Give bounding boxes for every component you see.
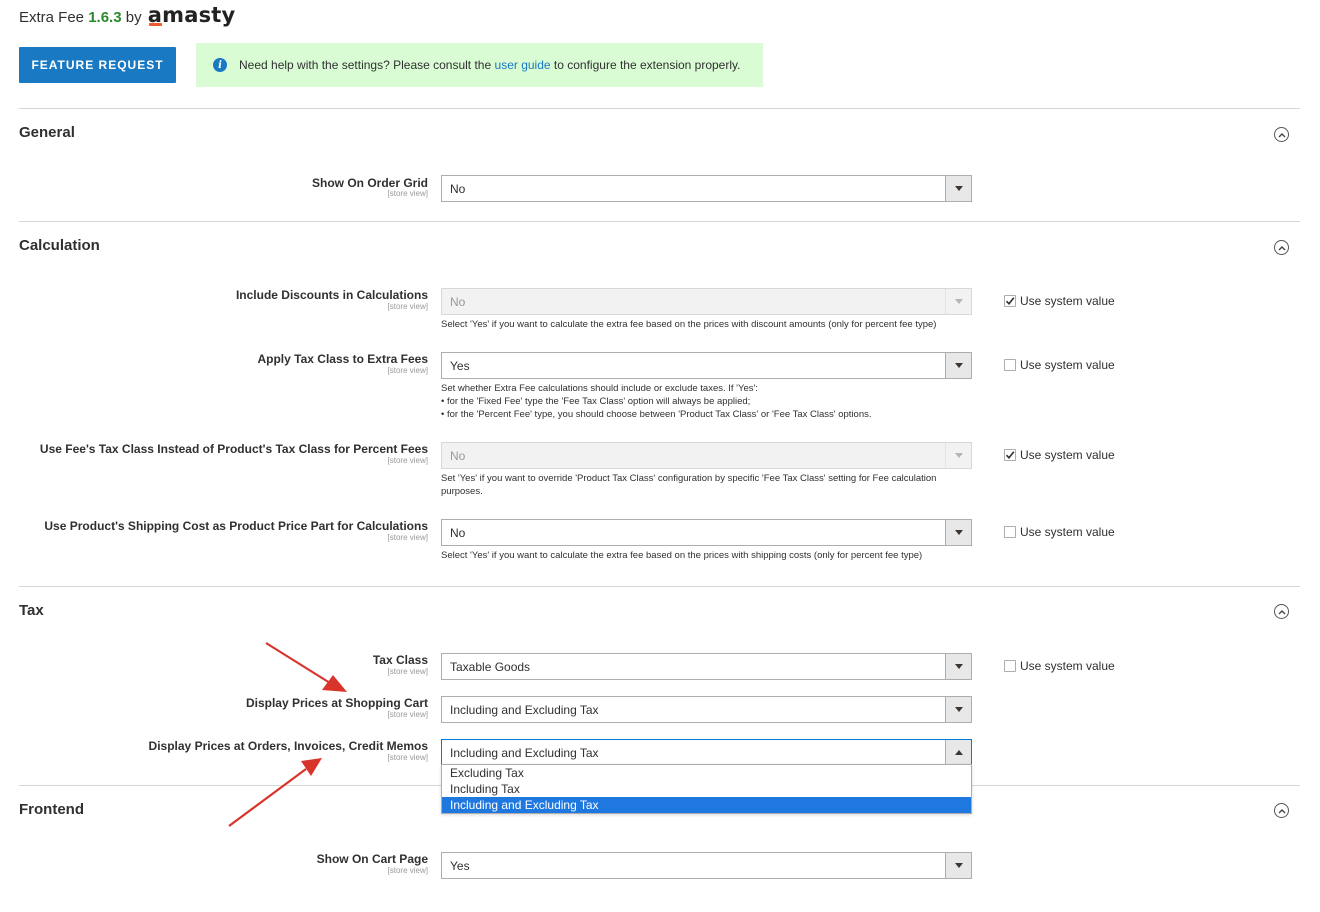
scope-label: [store view] bbox=[387, 753, 428, 762]
version-number: 1.6.3 bbox=[88, 9, 122, 26]
section-divider bbox=[19, 221, 1300, 222]
field-note: Set whether Extra Fee calculations shoul… bbox=[441, 382, 976, 421]
collapse-icon[interactable] bbox=[1274, 127, 1289, 142]
by-text: by bbox=[125, 9, 142, 26]
include-discounts-select: No bbox=[441, 288, 972, 315]
use-system-value-checkbox[interactable]: Use system value bbox=[1004, 358, 1115, 372]
help-text: Need help with the settings? Please cons… bbox=[239, 58, 741, 72]
select-value: No bbox=[450, 525, 466, 540]
chevron-down-icon bbox=[945, 176, 971, 201]
display-prices-cart-select[interactable]: Including and Excluding Tax bbox=[441, 696, 972, 723]
scope-label: [store view] bbox=[387, 866, 428, 875]
select-value: Including and Excluding Tax bbox=[450, 702, 599, 717]
checkbox-checked-icon[interactable] bbox=[1004, 449, 1016, 461]
collapse-icon[interactable] bbox=[1274, 803, 1289, 818]
annotation-arrow-icon bbox=[265, 642, 347, 692]
scope-label: [store view] bbox=[387, 533, 428, 542]
chevron-down-icon bbox=[945, 289, 971, 314]
chevron-down-icon bbox=[945, 654, 971, 679]
dropdown-option[interactable]: Excluding Tax bbox=[442, 765, 971, 781]
checkbox-unchecked-icon[interactable] bbox=[1004, 359, 1016, 371]
feature-request-button[interactable]: Feature Request bbox=[19, 47, 176, 83]
scope-label: [store view] bbox=[387, 189, 428, 198]
checkbox-label: Use system value bbox=[1020, 448, 1115, 462]
field-label-tax-class: Tax Class bbox=[372, 653, 428, 667]
dropdown-option[interactable]: Including Tax bbox=[442, 781, 971, 797]
field-note: Select 'Yes' if you want to calculate th… bbox=[441, 550, 923, 561]
use-system-value-checkbox[interactable]: Use system value bbox=[1004, 525, 1115, 539]
field-label-use-fee-tax-class: Use Fee's Tax Class Instead of Product's… bbox=[39, 442, 428, 456]
select-value: No bbox=[450, 181, 466, 196]
use-fee-tax-class-select: No bbox=[441, 442, 972, 469]
display-prices-orders-select[interactable]: Including and Excluding Tax bbox=[441, 739, 972, 766]
scope-label: [store view] bbox=[387, 667, 428, 676]
collapse-icon[interactable] bbox=[1274, 604, 1289, 619]
chevron-down-icon bbox=[945, 697, 971, 722]
field-note: Set 'Yes' if you want to override 'Produ… bbox=[441, 473, 937, 497]
field-label-display-prices-orders: Display Prices at Orders, Invoices, Cred… bbox=[148, 739, 428, 753]
select-value: Yes bbox=[450, 358, 470, 373]
chevron-down-icon bbox=[945, 443, 971, 468]
checkbox-label: Use system value bbox=[1020, 659, 1115, 673]
scope-label: [store view] bbox=[387, 710, 428, 719]
select-value: No bbox=[450, 294, 466, 309]
checkbox-label: Use system value bbox=[1020, 525, 1115, 539]
chevron-up-icon bbox=[945, 740, 971, 765]
section-divider bbox=[19, 586, 1300, 587]
section-divider bbox=[19, 108, 1300, 109]
field-label-include-discounts: Include Discounts in Calculations bbox=[235, 288, 428, 302]
field-note: Select 'Yes' if you want to calculate th… bbox=[441, 319, 937, 330]
note-line: • for the 'Fixed Fee' type the 'Fee Tax … bbox=[441, 396, 751, 407]
checkbox-unchecked-icon[interactable] bbox=[1004, 526, 1016, 538]
checkbox-label: Use system value bbox=[1020, 294, 1115, 308]
apply-tax-class-select[interactable]: Yes bbox=[441, 352, 972, 379]
collapse-icon[interactable] bbox=[1274, 240, 1289, 255]
use-system-value-checkbox[interactable]: Use system value bbox=[1004, 659, 1115, 673]
chevron-down-icon bbox=[945, 520, 971, 545]
field-label-show-on-order-grid: Show On Order Grid bbox=[311, 176, 428, 190]
select-value: Taxable Goods bbox=[450, 659, 531, 674]
help-message: i Need help with the settings? Please co… bbox=[196, 43, 763, 87]
checkbox-label: Use system value bbox=[1020, 358, 1115, 372]
tax-class-select[interactable]: Taxable Goods bbox=[441, 653, 972, 680]
scope-label: [store view] bbox=[387, 456, 428, 465]
checkbox-unchecked-icon[interactable] bbox=[1004, 660, 1016, 672]
select-value: No bbox=[450, 448, 466, 463]
field-label-apply-tax-class: Apply Tax Class to Extra Fees bbox=[257, 352, 428, 366]
use-system-value-checkbox[interactable]: Use system value bbox=[1004, 448, 1115, 462]
note-line: Set whether Extra Fee calculations shoul… bbox=[441, 383, 758, 394]
section-title-general[interactable]: General bbox=[19, 124, 75, 141]
product-name: Extra Fee bbox=[19, 9, 85, 26]
note-line: • for the 'Percent Fee' type, you should… bbox=[441, 409, 872, 420]
field-label-show-on-cart: Show On Cart Page bbox=[316, 852, 428, 866]
select-value: Yes bbox=[450, 858, 470, 873]
use-system-value-checkbox[interactable]: Use system value bbox=[1004, 294, 1115, 308]
select-value: Including and Excluding Tax bbox=[450, 745, 599, 760]
chevron-down-icon bbox=[945, 853, 971, 878]
section-title-frontend[interactable]: Frontend bbox=[19, 801, 84, 818]
section-title-tax[interactable]: Tax bbox=[19, 602, 44, 619]
chevron-down-icon bbox=[945, 353, 971, 378]
section-title-calculation[interactable]: Calculation bbox=[19, 237, 100, 254]
field-label-display-prices-cart: Display Prices at Shopping Cart bbox=[245, 696, 428, 710]
amasty-logo: amasty bbox=[147, 3, 236, 27]
page-title: Extra Fee 1.6.3 by amasty bbox=[19, 5, 235, 28]
scope-label: [store view] bbox=[387, 366, 428, 375]
user-guide-link[interactable]: user guide bbox=[495, 58, 551, 72]
info-icon: i bbox=[213, 58, 227, 72]
scope-label: [store view] bbox=[387, 302, 428, 311]
display-prices-orders-options[interactable]: Excluding Tax Including Tax Including an… bbox=[441, 764, 972, 814]
field-label-use-shipping-cost: Use Product's Shipping Cost as Product P… bbox=[44, 519, 428, 533]
annotation-arrow-icon bbox=[228, 758, 322, 827]
show-on-order-grid-select[interactable]: No bbox=[441, 175, 972, 202]
use-shipping-cost-select[interactable]: No bbox=[441, 519, 972, 546]
show-on-cart-select[interactable]: Yes bbox=[441, 852, 972, 879]
checkbox-checked-icon[interactable] bbox=[1004, 295, 1016, 307]
dropdown-option-selected[interactable]: Including and Excluding Tax bbox=[442, 797, 971, 813]
